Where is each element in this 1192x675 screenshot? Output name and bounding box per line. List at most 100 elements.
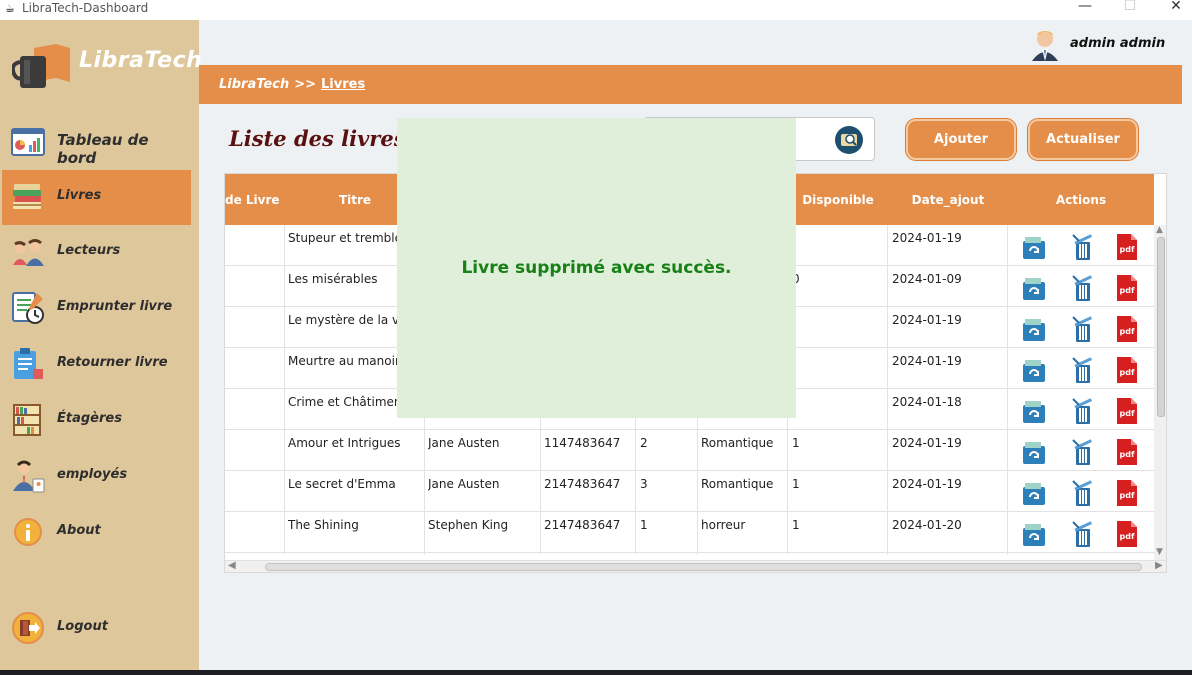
vertical-scrollbar[interactable]: ▲ ▼ [1154,225,1166,561]
cell-dispo: 1 [792,518,800,532]
cell-genre: Romantique [701,477,774,491]
edit-icon[interactable] [1022,233,1048,261]
window-title: LibraTech-Dashboard [22,1,149,15]
user-name: admin admin [1070,36,1166,51]
edit-icon[interactable] [1022,315,1048,343]
sidebar-item-emprunter[interactable]: Emprunter livre [2,281,191,336]
pdf-icon[interactable]: pdf [1114,233,1140,261]
pdf-label: pdf [1119,450,1135,459]
sidebar-label: Tableau de bord [57,131,149,167]
page-title: Liste des livres [229,126,406,151]
vertical-scroll-thumb[interactable] [1157,237,1165,417]
sidebar-item-logout[interactable]: Logout [2,601,191,656]
info-icon [14,518,42,546]
edit-icon[interactable] [1022,479,1048,507]
pdf-label: pdf [1119,368,1135,377]
cell-titre: The Shining [288,518,359,532]
pdf-icon[interactable]: pdf [1114,520,1140,548]
column-header[interactable]: Actions [1008,193,1154,207]
close-button[interactable]: ✕ [1153,0,1192,14]
edit-icon[interactable] [1022,397,1048,425]
sidebar-item-retourner[interactable]: Retourner livre [2,337,191,392]
pdf-icon[interactable]: pdf [1114,479,1140,507]
horizontal-scroll-thumb[interactable] [265,563,1142,571]
cell-date: 2024-01-19 [892,354,962,368]
breadcrumb-bar: LibraTech >> Livres [199,65,1182,104]
pdf-icon[interactable]: pdf [1114,397,1140,425]
taskbar [0,670,1192,675]
breadcrumb-root: LibraTech [219,77,290,92]
cell-qte: 3 [640,477,648,491]
cell-date: 2024-01-19 [892,231,962,245]
sidebar-label: Livres [57,188,102,203]
maximize-button[interactable]: ☐ [1107,0,1153,14]
scroll-down-icon[interactable]: ▼ [1156,547,1163,557]
return-icon [14,348,43,379]
sidebar-label: Logout [57,619,108,634]
edit-icon[interactable] [1022,274,1048,302]
column-header[interactable]: de Livre [225,193,280,207]
add-button[interactable]: Ajouter [906,119,1016,160]
delete-icon[interactable] [1070,397,1096,425]
scroll-left-icon[interactable]: ◀ [228,560,236,571]
delete-icon[interactable] [1070,356,1096,384]
table-row[interactable]: The Shining Stephen King 2147483647 1 horreu… [225,512,1154,553]
sidebar-item-about[interactable]: About [2,505,191,560]
cell-titre: Amour et Intrigues [288,436,401,450]
pdf-icon[interactable]: pdf [1114,438,1140,466]
employees-icon [13,460,45,493]
edit-icon[interactable] [1022,520,1048,548]
cell-date: 2024-01-20 [892,518,962,532]
success-toast: Livre supprimé avec succès. [397,118,796,418]
sidebar-label: About [57,523,101,538]
sidebar-item-livres[interactable]: Livres [2,170,191,225]
cell-auteur: Jane Austen [428,436,500,450]
sidebar-item-dashboard[interactable]: Tableau de bord [2,115,191,170]
cell-dispo: 1 [792,477,800,491]
horizontal-scrollbar[interactable]: ◀ ▶ [225,560,1166,572]
edit-icon[interactable] [1022,438,1048,466]
sidebar-label: Lecteurs [57,243,121,258]
minimize-button[interactable]: — [1062,0,1108,14]
delete-icon[interactable] [1070,479,1096,507]
delete-icon[interactable] [1070,520,1096,548]
pdf-label: pdf [1119,245,1135,254]
avatar [1032,31,1058,61]
window-titlebar: ☕ LibraTech-Dashboard — ☐ ✕ [0,0,1192,20]
pdf-icon[interactable]: pdf [1114,315,1140,343]
readers-icon [13,239,44,266]
refresh-button[interactable]: Actualiser [1028,119,1138,160]
pdf-icon[interactable]: pdf [1114,356,1140,384]
shelves-icon [13,404,41,436]
delete-icon[interactable] [1070,274,1096,302]
table-row[interactable]: Le secret d'Emma Jane Austen 2147483647 3 Ro… [225,471,1154,512]
cell-auteur: Stephen King [428,518,509,532]
cell-date: 2024-01-19 [892,313,962,327]
user-profile[interactable]: admin admin [1030,27,1170,61]
logout-icon [12,612,44,644]
brand-name: LibraTech [79,48,203,73]
pdf-label: pdf [1119,286,1135,295]
sidebar-label: Retourner livre [57,355,168,370]
table-row[interactable]: Amour et Intrigues Jane Austen 1147483647 2… [225,430,1154,471]
column-header[interactable]: Date_ajout [888,193,1008,207]
cell-isbn: 2147483647 [544,518,621,532]
sidebar-item-employes[interactable]: employés [2,449,191,504]
mug-logo-icon [12,44,70,88]
delete-icon[interactable] [1070,233,1096,261]
scroll-up-icon[interactable]: ▲ [1156,225,1163,235]
edit-icon[interactable] [1022,356,1048,384]
books-icon [13,184,41,209]
sidebar-item-etageres[interactable]: Étagères [2,393,191,448]
breadcrumb-current[interactable]: Livres [321,77,365,92]
search-icon[interactable] [834,125,864,155]
delete-icon[interactable] [1070,438,1096,466]
column-header[interactable]: Disponible [788,193,888,207]
pdf-icon[interactable]: pdf [1114,274,1140,302]
cell-auteur: Jane Austen [428,477,500,491]
sidebar-item-lecteurs[interactable]: Lecteurs [2,225,191,280]
dashboard-icon [11,128,45,156]
delete-icon[interactable] [1070,315,1096,343]
borrow-icon [12,292,44,324]
scroll-right-icon[interactable]: ▶ [1155,560,1163,571]
